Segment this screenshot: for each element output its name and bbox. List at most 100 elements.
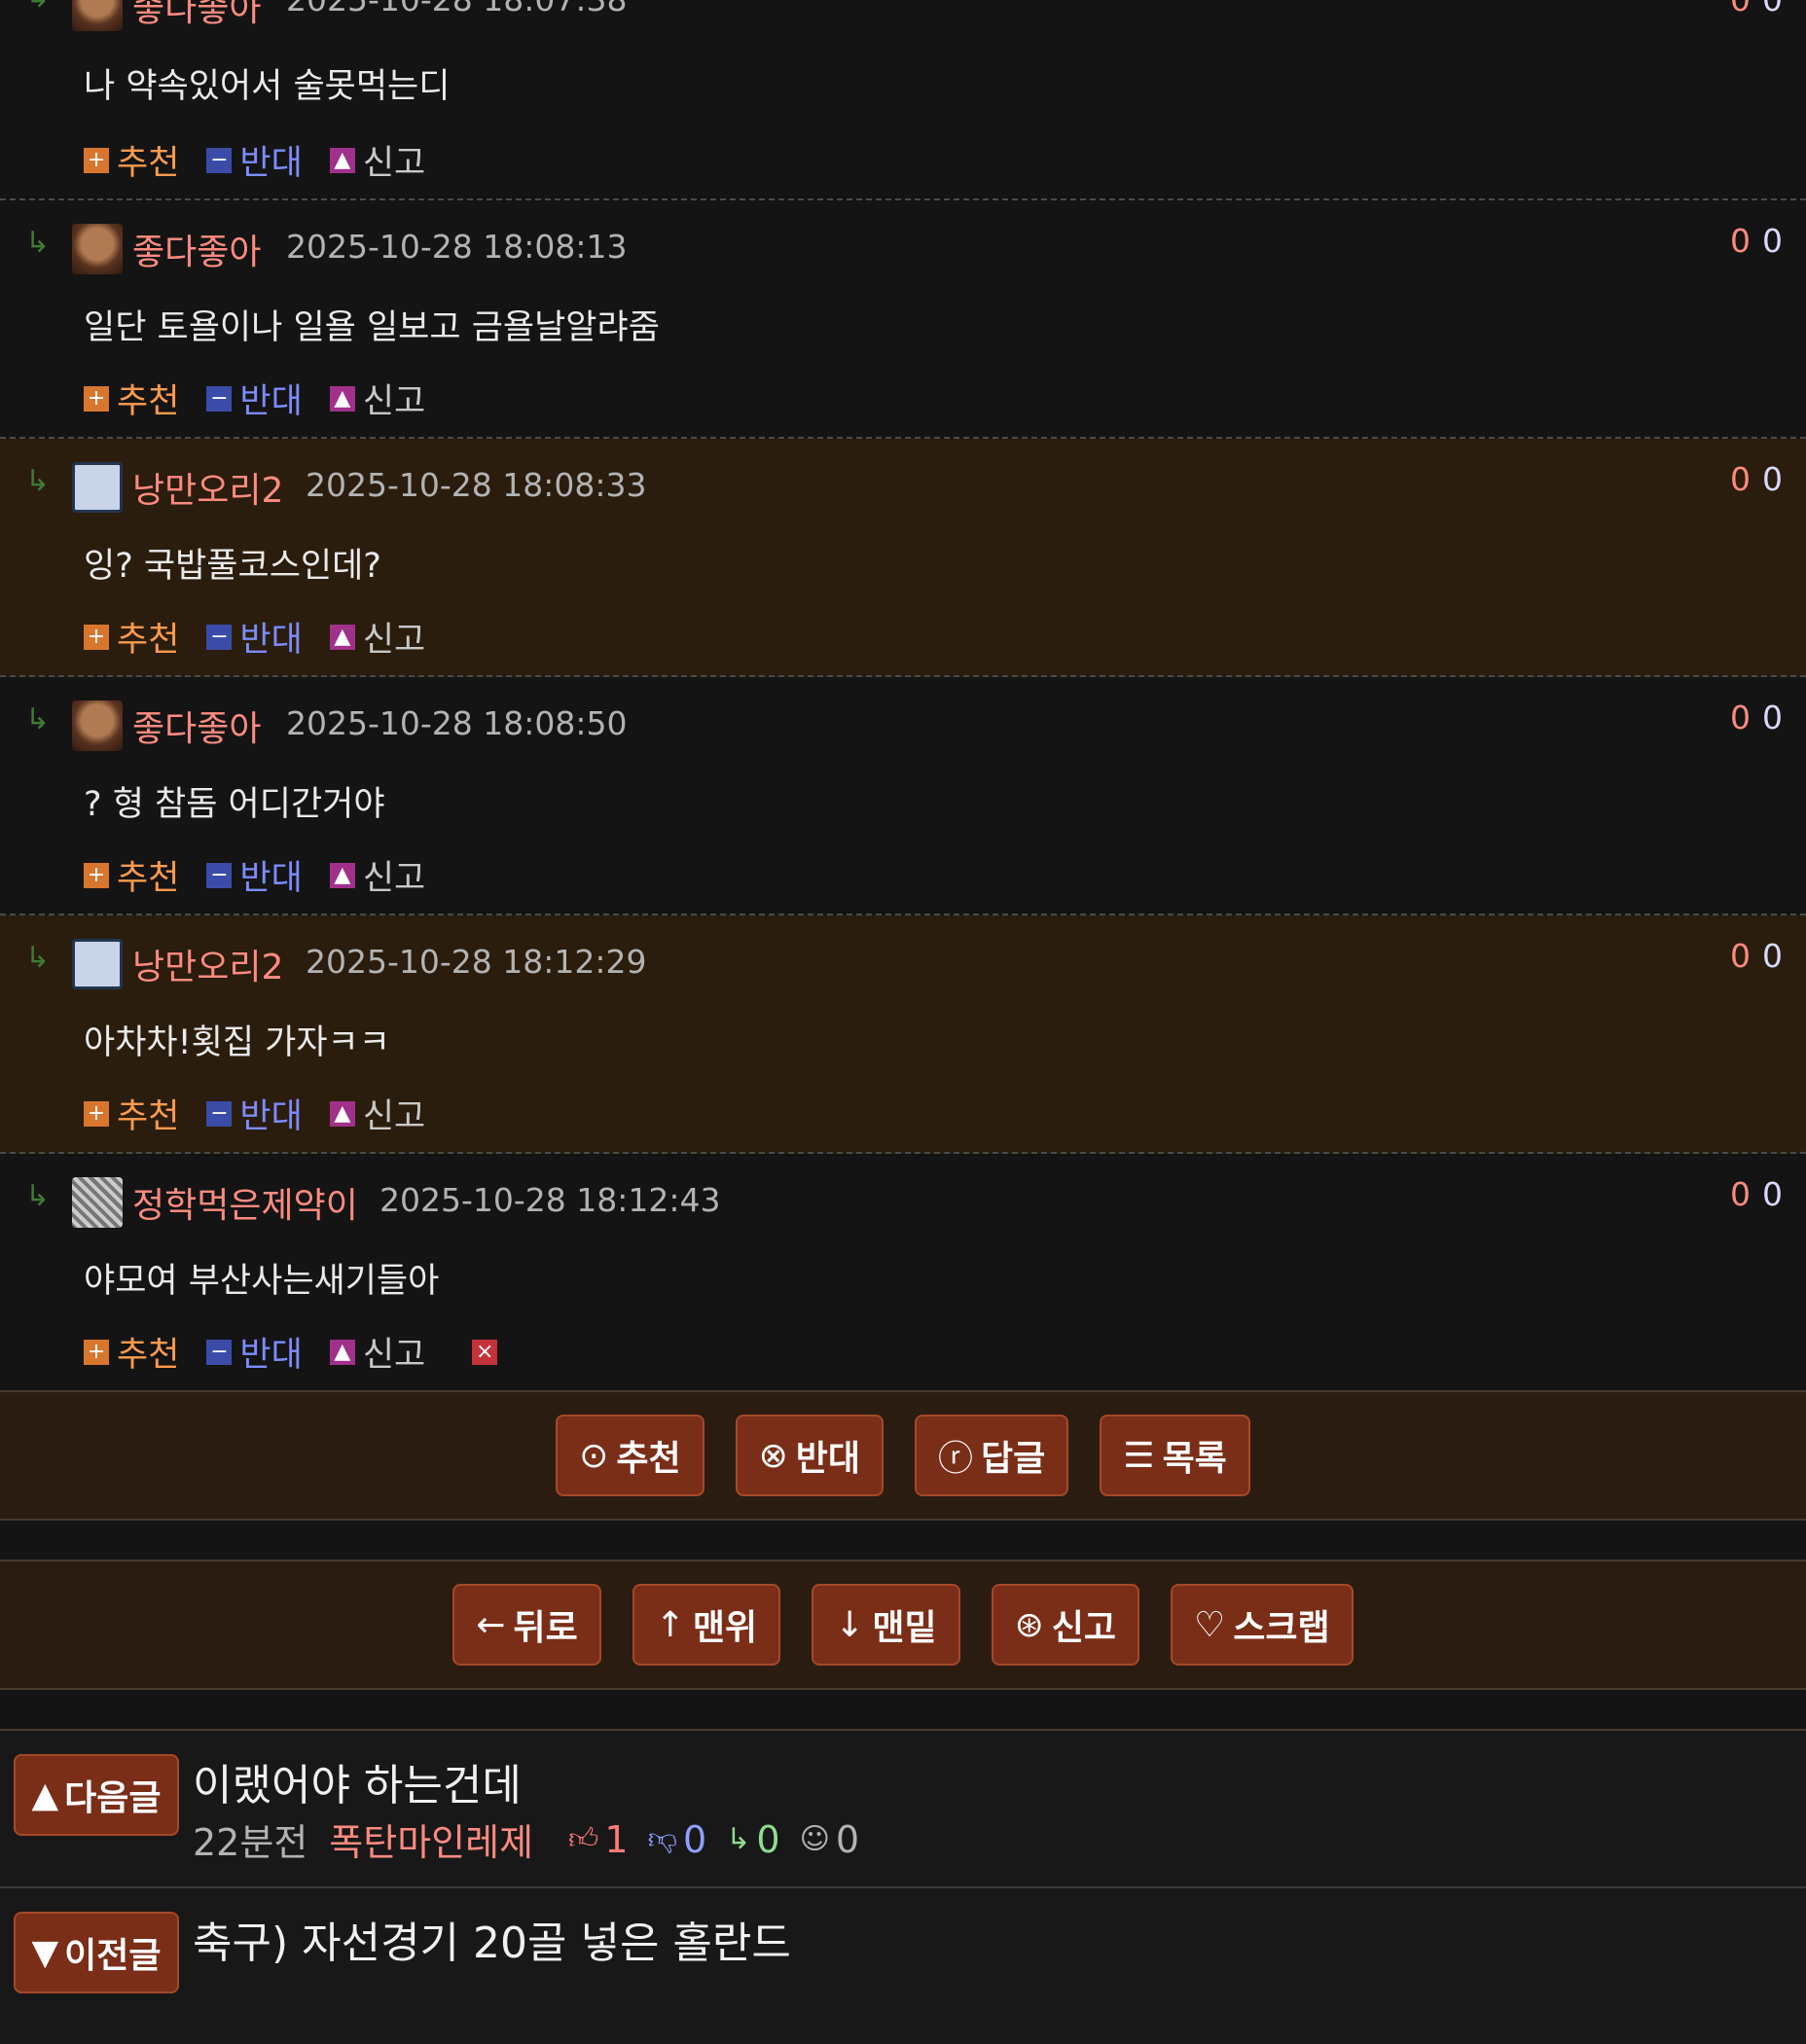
- report-label: 신고: [362, 859, 426, 898]
- recommend-button[interactable]: + 추천: [84, 850, 179, 900]
- siren-icon: ▲: [329, 624, 355, 650]
- oppose-label: 반대: [239, 1336, 303, 1375]
- comment-actions: + 추천 − 반대 ▲ 신고: [84, 135, 452, 185]
- comment-actions: + 추천 − 반대 ▲ 신고: [84, 1089, 452, 1138]
- post-oppose-button[interactable]: ⊗ 반대: [735, 1415, 885, 1496]
- back-label: 뒤로: [513, 1608, 578, 1648]
- downvote-stat: 👎︎ 0: [648, 1818, 707, 1861]
- comment-up-count: 0: [1730, 222, 1751, 260]
- upvote-count: 1: [604, 1817, 629, 1861]
- post-recommend-label: 추천: [616, 1439, 681, 1479]
- report-button[interactable]: ▲ 신고: [329, 850, 426, 900]
- recommend-button[interactable]: + 추천: [84, 135, 179, 185]
- report-button[interactable]: ▲ 신고: [329, 1089, 425, 1138]
- reply-arrow-icon: ↳: [25, 1179, 51, 1213]
- recommend-button[interactable]: + 추천: [84, 1089, 179, 1138]
- post-list-button[interactable]: ☰ 목록: [1100, 1415, 1250, 1496]
- comment-time: 2025-10-28 18:12:43: [379, 1181, 721, 1219]
- next-post-author[interactable]: 폭탄마인레제: [329, 1812, 533, 1866]
- comment-author[interactable]: 좋다좋아: [132, 700, 261, 751]
- next-post-button[interactable]: ▲ 다음글: [14, 1754, 179, 1836]
- siren-icon: ▲: [329, 385, 355, 412]
- post-recommend-button[interactable]: ⊙ 추천: [556, 1415, 704, 1496]
- report-button[interactable]: ▲ 신고: [329, 612, 425, 662]
- comment-votes: 00: [1730, 460, 1783, 498]
- avatar[interactable]: [72, 224, 123, 274]
- recommend-label: 추천: [117, 621, 180, 660]
- comment-votes: 00: [1730, 0, 1783, 18]
- oppose-button[interactable]: − 반대: [206, 850, 303, 900]
- report-button[interactable]: ▲ 신고: [329, 374, 425, 423]
- prev-post-row[interactable]: ▼ 이전글 축구) 자선경기 20골 넣은 홀란드: [0, 1888, 1806, 2044]
- downvote-count: 0: [683, 1817, 707, 1861]
- next-post-title[interactable]: 이랬어야 하는건데: [193, 1750, 522, 1812]
- thumbs-down-icon: 👎︎: [647, 1821, 678, 1856]
- recommend-label: 추천: [117, 144, 180, 183]
- next-post-row[interactable]: ▲ 다음글 이랬어야 하는건데 22분전 폭탄마인레제 👍︎ 1 👎︎ 0 ↳ 0 ☺ 0: [0, 1731, 1806, 1888]
- reply-arrow-icon: ↳: [25, 226, 51, 260]
- heart-icon: ♡: [1194, 1604, 1226, 1645]
- comment-time: 2025-10-28 18:08:33: [306, 466, 647, 504]
- comment-author[interactable]: 정학먹은제약이: [132, 1177, 358, 1228]
- prev-post-button[interactable]: ▼ 이전글: [14, 1912, 179, 1993]
- comment-actions: + 추천 − 반대 ▲ 신고: [84, 374, 452, 423]
- scroll-bottom-button[interactable]: ↓ 맨밑: [812, 1584, 960, 1666]
- comment-item: ↳ 낭만오리2 2025-10-28 18:12:29 00 아차차!횟집 가자…: [0, 915, 1806, 1154]
- oppose-button[interactable]: − 반대: [206, 612, 303, 662]
- comment-author[interactable]: 좋다좋아: [132, 224, 261, 274]
- oppose-button[interactable]: − 반대: [206, 1327, 303, 1377]
- recommend-label: 추천: [117, 1097, 180, 1136]
- comment-item: ↳ 낭만오리2 2025-10-28 18:08:33 00 잉? 국밥풀코스인…: [0, 439, 1806, 677]
- prev-post-title[interactable]: 축구) 자선경기 20골 넣은 홀란드: [193, 1908, 791, 1970]
- oppose-label: 반대: [239, 144, 303, 183]
- recommend-button[interactable]: + 추천: [84, 374, 179, 423]
- report-button[interactable]: ▲ 신고: [329, 1327, 425, 1377]
- comment-down-count: 0: [1762, 222, 1783, 260]
- report-button[interactable]: ▲ 신고: [329, 135, 425, 185]
- next-post-label: 다음글: [64, 1778, 162, 1818]
- oppose-label: 반대: [239, 621, 303, 660]
- scroll-bottom-label: 맨밑: [872, 1608, 937, 1648]
- avatar[interactable]: [72, 1177, 123, 1228]
- oppose-button[interactable]: − 반대: [206, 135, 303, 185]
- siren-icon: ▲: [329, 147, 355, 173]
- comment-item: ↳ 정학먹은제약이 2025-10-28 18:12:43 00 야모여 부산사…: [0, 1154, 1806, 1392]
- reply-arrow-icon: ↳: [25, 702, 51, 736]
- oppose-button[interactable]: − 반대: [206, 1089, 303, 1138]
- comment-votes: 00: [1730, 937, 1783, 975]
- avatar[interactable]: [72, 462, 123, 513]
- comment-author[interactable]: 낭만오리2: [132, 939, 283, 989]
- post-oppose-label: 반대: [795, 1439, 861, 1479]
- post-report-button[interactable]: ⊛ 신고: [991, 1584, 1140, 1666]
- recommend-button[interactable]: + 추천: [84, 1327, 179, 1377]
- scrap-button[interactable]: ♡ 스크랩: [1171, 1584, 1354, 1666]
- reply-arrow-icon: ↳: [726, 1822, 751, 1856]
- comment-author[interactable]: 낭만오리2: [132, 462, 283, 513]
- comment-votes: 00: [1730, 222, 1783, 260]
- comment-text: 아차차!횟집 가자ㅋㅋ: [84, 1023, 390, 1062]
- comment-votes: 00: [1730, 1175, 1783, 1213]
- post-reply-button[interactable]: ⓡ 답글: [915, 1415, 1069, 1496]
- oppose-button[interactable]: − 반대: [206, 374, 303, 423]
- recommend-label: 추천: [117, 382, 180, 421]
- avatar[interactable]: [72, 0, 123, 31]
- post-action-bar: ⊙ 추천 ⊗ 반대 ⓡ 답글 ☰ 목록: [0, 1392, 1806, 1521]
- siren-icon: ▲: [329, 862, 355, 888]
- list-icon: ☰: [1123, 1435, 1155, 1476]
- upvote-stat: 👍︎ 1: [568, 1818, 629, 1861]
- comment-author[interactable]: 좋다좋아: [132, 0, 261, 31]
- minus-icon: −: [206, 147, 233, 173]
- back-button[interactable]: ← 뒤로: [452, 1584, 601, 1666]
- comment-text: 잉? 국밥풀코스인데?: [84, 547, 381, 586]
- recommend-button[interactable]: + 추천: [84, 612, 179, 662]
- comment-up-count: 0: [1730, 460, 1751, 498]
- next-post-meta: 22분전 폭탄마인레제 👍︎ 1 👎︎ 0 ↳ 0 ☺ 0: [193, 1812, 879, 1866]
- scroll-top-button[interactable]: ↑ 맨위: [632, 1584, 781, 1666]
- delete-icon[interactable]: ×: [472, 1339, 498, 1365]
- comment-text: 나 약속있어서 술못먹는디: [84, 67, 451, 106]
- comment-down-count: 0: [1762, 1175, 1783, 1213]
- avatar[interactable]: [72, 700, 123, 751]
- avatar[interactable]: [72, 939, 123, 989]
- comment-up-count: 0: [1730, 699, 1751, 736]
- recommend-label: 추천: [117, 859, 180, 898]
